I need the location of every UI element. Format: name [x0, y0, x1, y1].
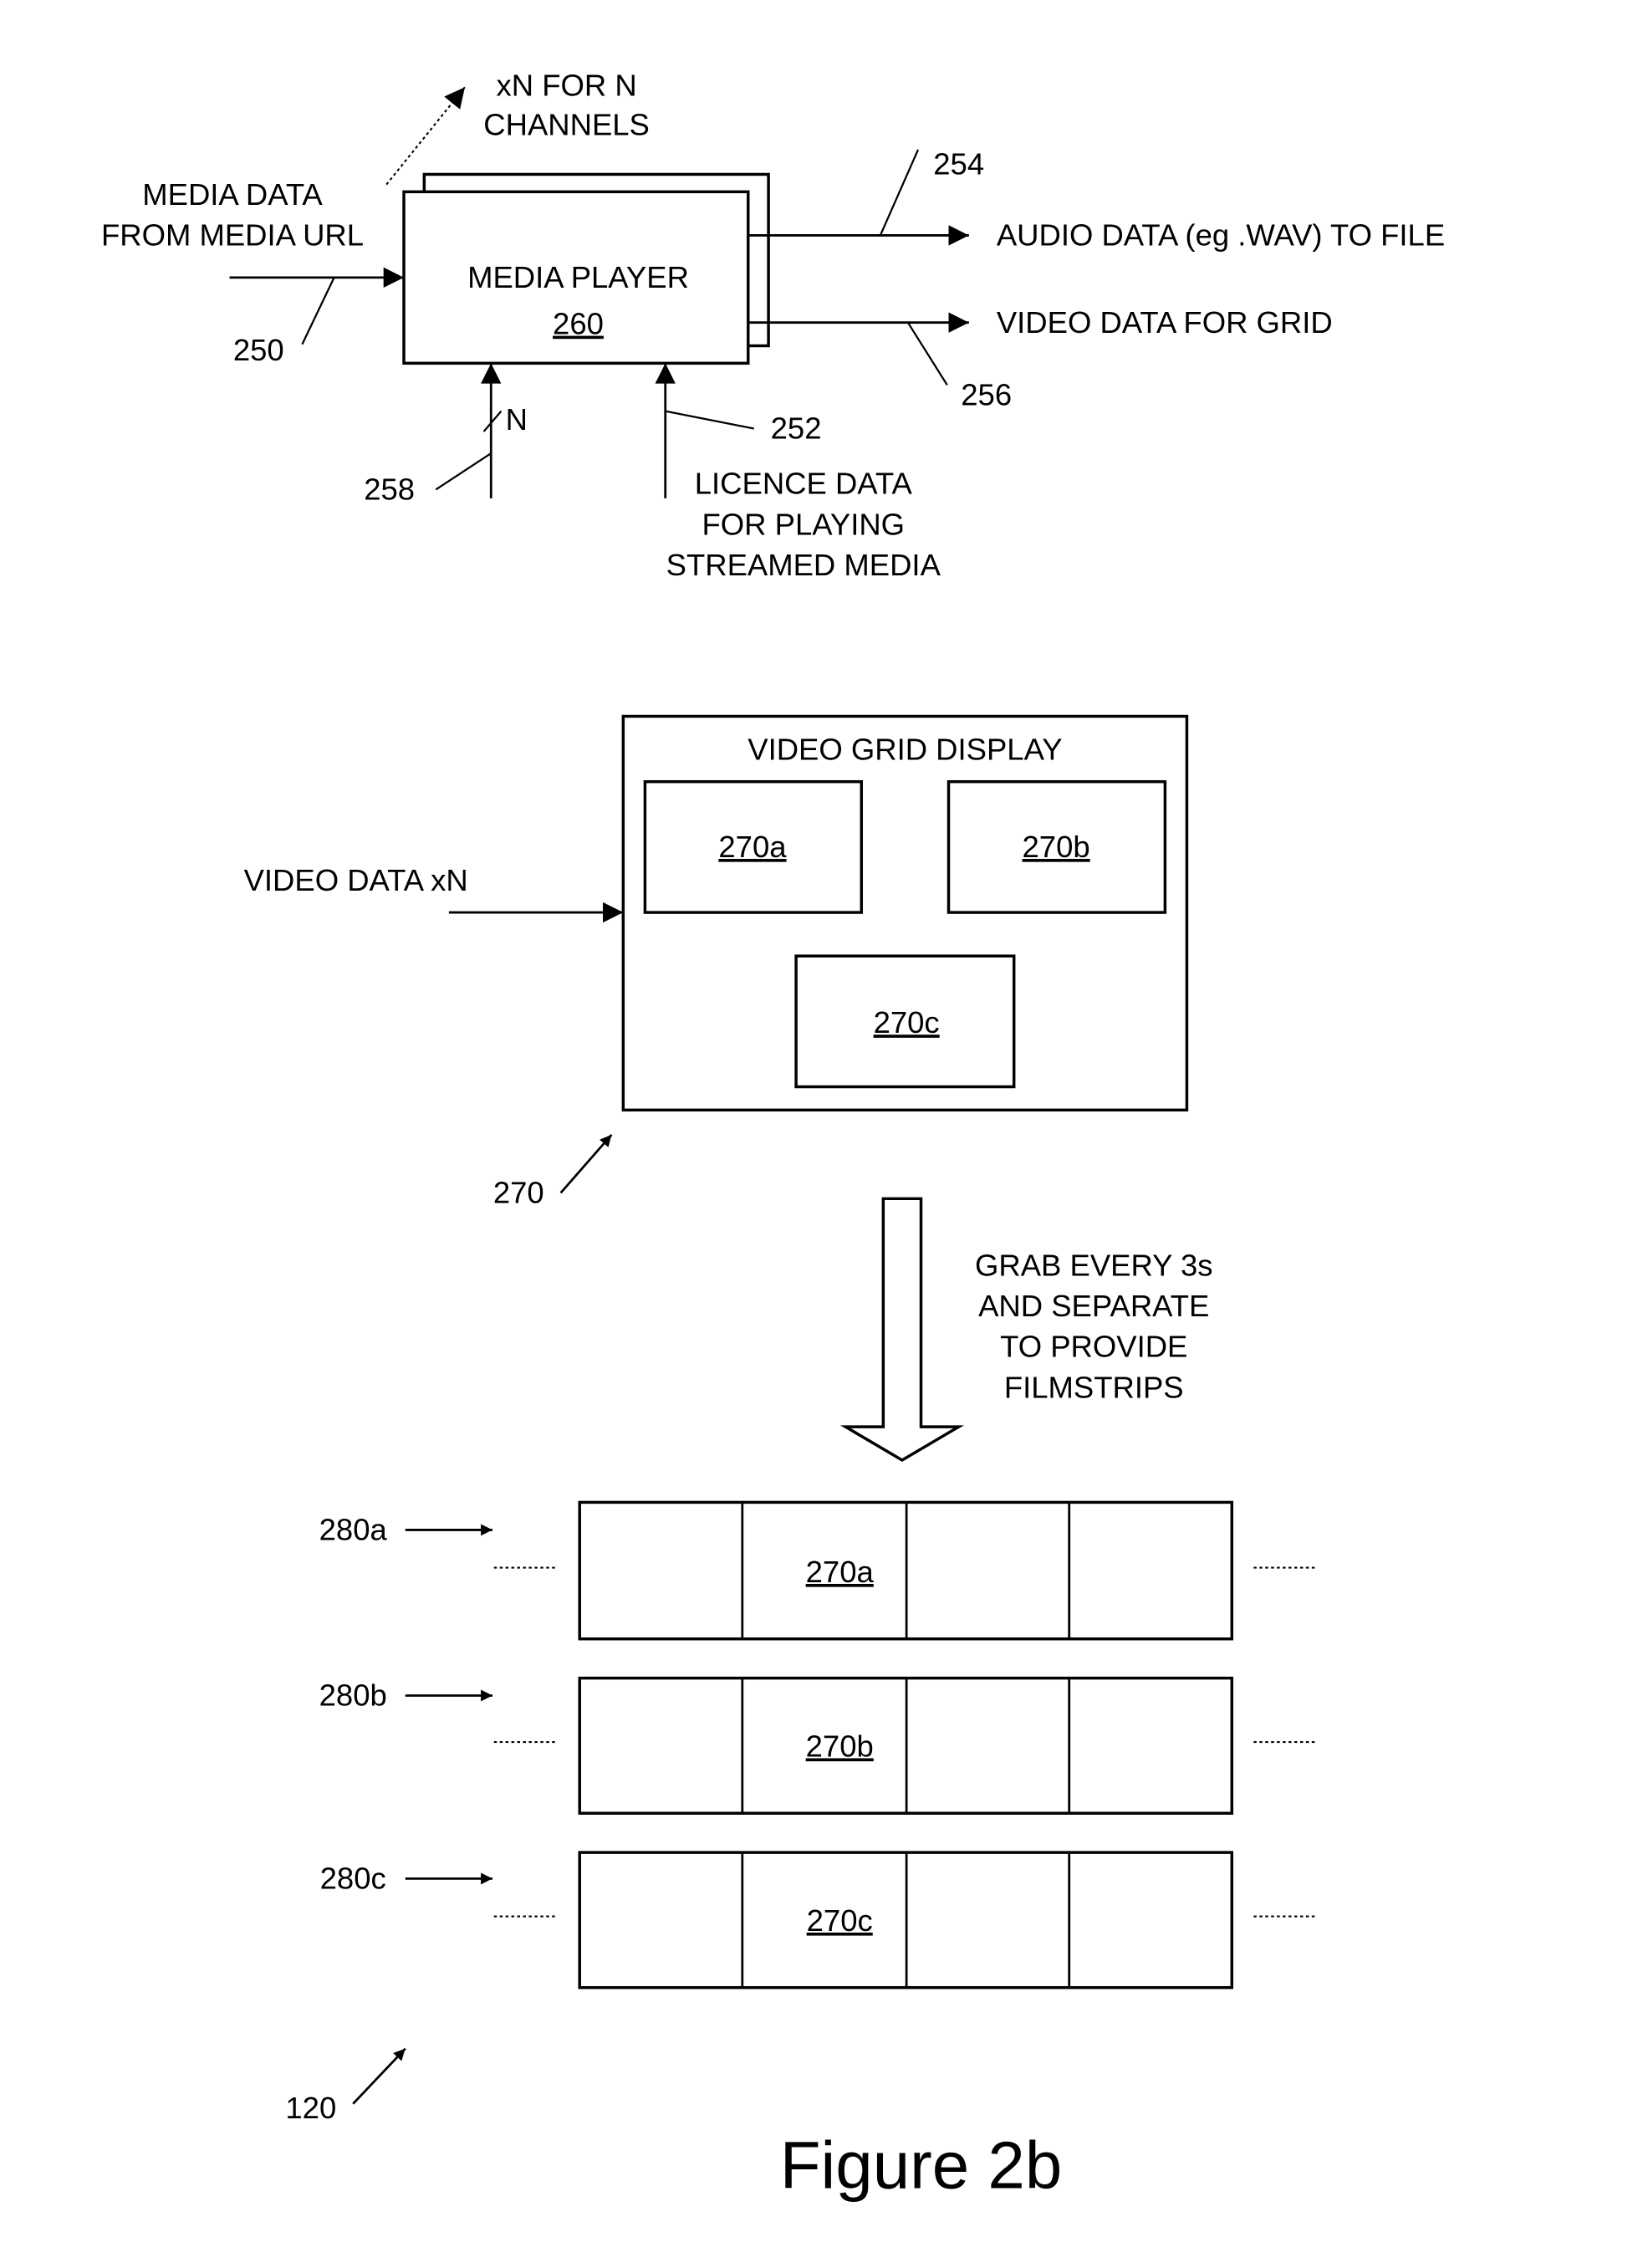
channel-count-slash [482, 410, 503, 432]
video-ref: 256 [961, 378, 1012, 412]
system-ref-arrow [352, 2047, 406, 2105]
media-data-label-line1: MEDIA DATA [142, 177, 323, 212]
filmstrip-c-frame-label: 270c [807, 1903, 873, 1938]
patent-figure: MEDIA PLAYER 260 xN FOR N CHANNELS MEDIA… [101, 69, 1445, 2203]
licence-label-line2: FOR PLAYING [702, 507, 906, 541]
video-tile-c-label: 270c [874, 1005, 940, 1040]
licence-label-line3: STREAMED MEDIA [666, 548, 941, 582]
audio-ref: 254 [933, 146, 984, 181]
grab-step-line4: FILMSTRIPS [1004, 1370, 1184, 1404]
video-tile-a-label: 270a [718, 830, 787, 864]
grab-step-line2: AND SEPARATE [978, 1289, 1209, 1323]
filmstrip-b-frame-label: 270b [806, 1729, 874, 1763]
media-data-leader [301, 277, 335, 345]
grab-step-hollow-arrow [839, 1197, 965, 1463]
system-ref: 120 [285, 2091, 336, 2125]
media-data-ref: 250 [233, 333, 284, 367]
filmstrip-c: 280c 270c [320, 1851, 1317, 1990]
audio-output-label: AUDIO DATA (eg .WAV) TO FILE [997, 218, 1445, 253]
media-player-ref: 260 [553, 307, 604, 341]
filmstrip-b: 280b 270b [319, 1676, 1317, 1815]
media-data-label-line2: FROM MEDIA URL [101, 218, 364, 253]
media-player-block: MEDIA PLAYER 260 [402, 172, 770, 365]
channel-ref: 258 [364, 472, 415, 507]
video-grid-title: VIDEO GRID DISPLAY [748, 733, 1062, 767]
video-leader [906, 322, 948, 386]
video-data-input-label: VIDEO DATA xN [244, 863, 468, 897]
filmstrip-a-ref: 280a [319, 1513, 388, 1547]
video-grid-ref-arrow [559, 1133, 613, 1194]
filmstrip-a: 280a 270a [319, 1500, 1317, 1641]
licence-label-line1: LICENCE DATA [695, 467, 913, 501]
stack-note-line2: CHANNELS [483, 108, 650, 142]
video-tile-b-label: 270b [1023, 830, 1090, 864]
video-grid-display: VIDEO GRID DISPLAY 270a 270b 270c [621, 714, 1189, 1112]
channel-leader [435, 452, 492, 491]
channel-count-label: N [506, 402, 528, 437]
licence-ref: 252 [771, 411, 822, 446]
filmstrip-c-ref: 280c [320, 1862, 386, 1896]
figure-title: Figure 2b [780, 2128, 1063, 2202]
audio-leader [879, 149, 920, 236]
filmstrip-b-ref: 280b [319, 1678, 387, 1713]
media-player-title: MEDIA PLAYER [467, 260, 689, 294]
video-output-label: VIDEO DATA FOR GRID [997, 305, 1333, 340]
video-grid-ref: 270 [493, 1176, 544, 1210]
grab-step-line1: GRAB EVERY 3s [975, 1248, 1212, 1282]
licence-leader [665, 410, 754, 430]
filmstrip-a-frame-label: 270a [806, 1555, 875, 1589]
stack-note-dotted-arrow [385, 86, 466, 186]
stack-note-line1: xN FOR N [497, 69, 637, 103]
grab-step-line3: TO PROVIDE [1000, 1330, 1187, 1364]
